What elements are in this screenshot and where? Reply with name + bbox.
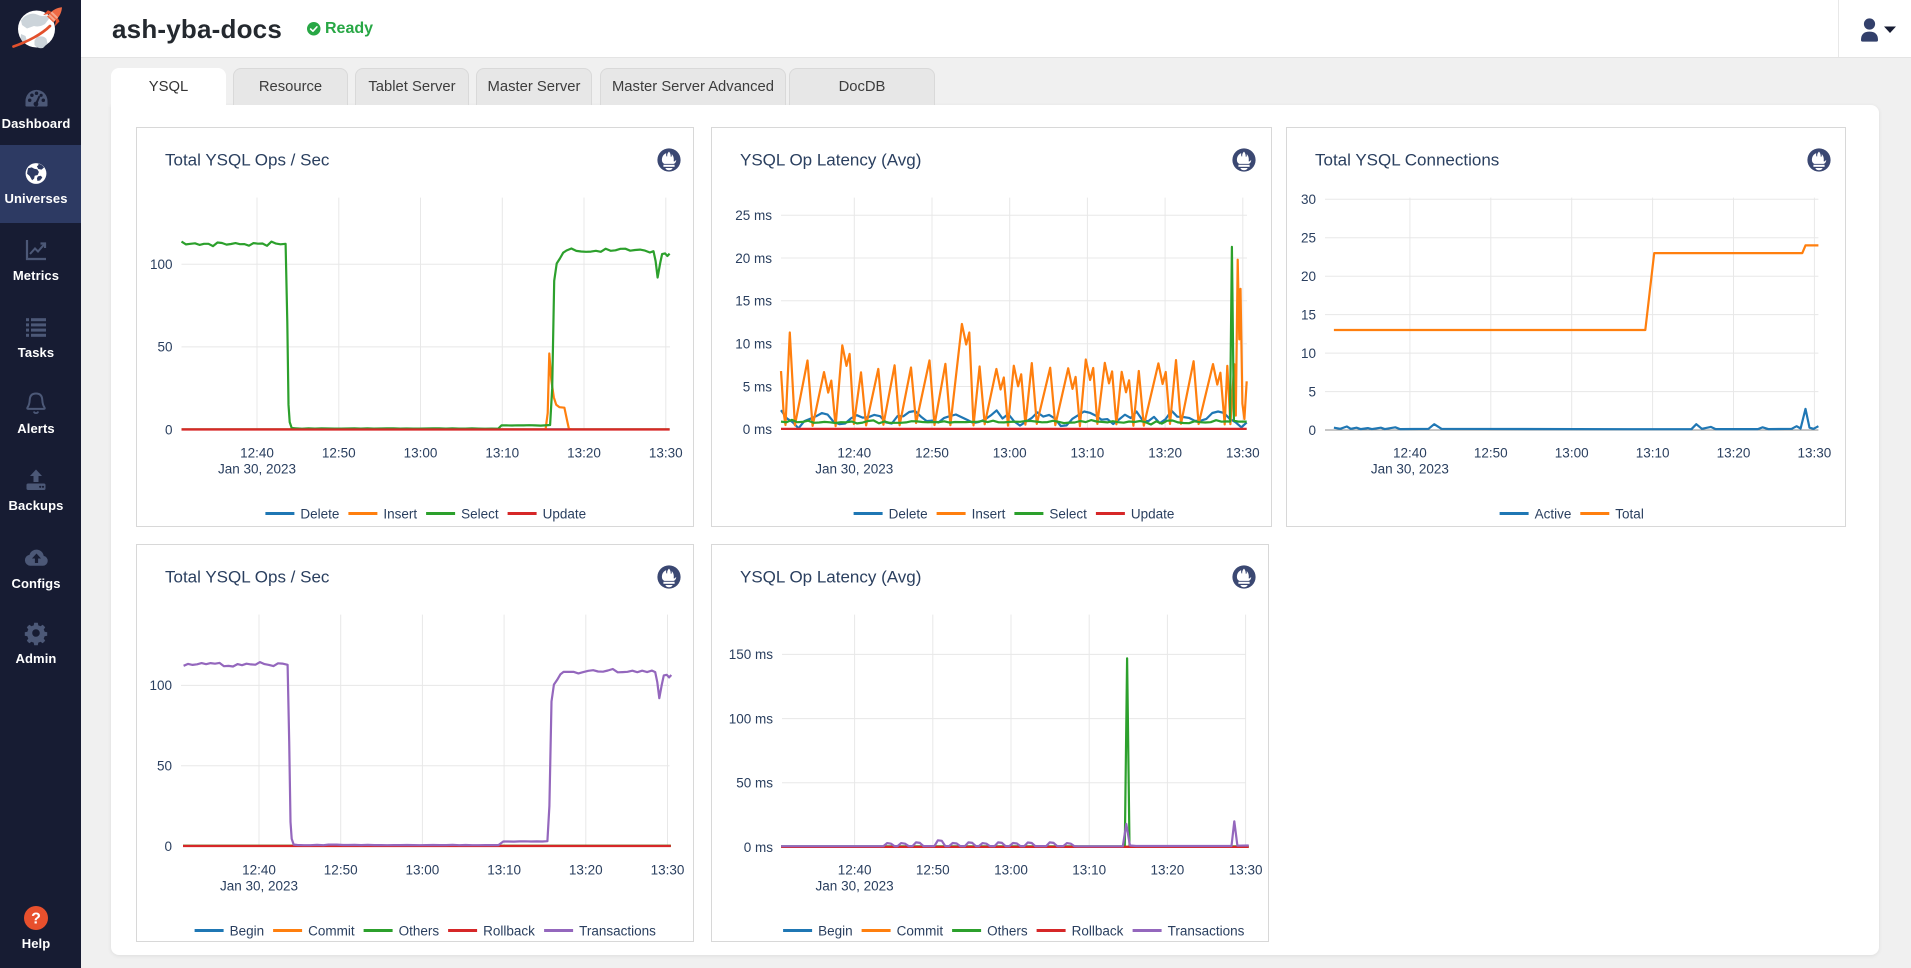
svg-text:13:20: 13:20 xyxy=(1148,446,1182,461)
svg-text:50: 50 xyxy=(157,759,172,774)
svg-text:12:40: 12:40 xyxy=(242,863,276,878)
svg-text:13:30: 13:30 xyxy=(1798,446,1832,461)
svg-text:13:00: 13:00 xyxy=(406,863,440,878)
svg-text:50 ms: 50 ms xyxy=(736,776,773,791)
svg-text:Commit: Commit xyxy=(308,923,355,938)
svg-text:25 ms: 25 ms xyxy=(735,208,772,223)
svg-text:20: 20 xyxy=(1301,269,1316,284)
svg-text:Total YSQL Ops / Sec: Total YSQL Ops / Sec xyxy=(165,151,330,170)
svg-text:Jan 30, 2023: Jan 30, 2023 xyxy=(815,462,893,477)
svg-text:13:10: 13:10 xyxy=(1636,446,1670,461)
svg-text:0 ms: 0 ms xyxy=(744,840,774,855)
svg-text:YSQL Op Latency (Avg): YSQL Op Latency (Avg) xyxy=(740,568,921,587)
svg-text:12:50: 12:50 xyxy=(1474,446,1508,461)
svg-text:13:20: 13:20 xyxy=(1151,863,1185,878)
svg-text:5 ms: 5 ms xyxy=(743,379,773,394)
svg-text:13:10: 13:10 xyxy=(1072,863,1106,878)
svg-text:Others: Others xyxy=(987,923,1028,938)
svg-text:15 ms: 15 ms xyxy=(735,294,772,309)
svg-text:13:00: 13:00 xyxy=(404,446,438,461)
svg-text:Update: Update xyxy=(1131,506,1175,521)
svg-text:0: 0 xyxy=(1308,423,1316,438)
svg-text:Select: Select xyxy=(461,506,499,521)
svg-text:10: 10 xyxy=(1301,346,1316,361)
svg-text:Active: Active xyxy=(1535,506,1572,521)
svg-text:13:20: 13:20 xyxy=(1717,446,1751,461)
svg-text:13:10: 13:10 xyxy=(1071,446,1105,461)
svg-text:Rollback: Rollback xyxy=(1072,923,1124,938)
svg-text:12:50: 12:50 xyxy=(916,863,950,878)
svg-text:Total YSQL Connections: Total YSQL Connections xyxy=(1315,151,1499,170)
svg-text:YSQL Op Latency (Avg): YSQL Op Latency (Avg) xyxy=(740,151,921,170)
svg-text:0 ms: 0 ms xyxy=(743,422,773,437)
svg-text:100: 100 xyxy=(149,678,172,693)
svg-text:0: 0 xyxy=(165,422,173,437)
svg-text:12:50: 12:50 xyxy=(322,446,356,461)
svg-text:Others: Others xyxy=(399,923,440,938)
svg-text:12:40: 12:40 xyxy=(240,446,274,461)
svg-text:13:10: 13:10 xyxy=(485,446,519,461)
svg-text:Rollback: Rollback xyxy=(483,923,535,938)
svg-text:50: 50 xyxy=(157,340,172,355)
svg-text:10 ms: 10 ms xyxy=(735,337,772,352)
svg-text:13:20: 13:20 xyxy=(569,863,603,878)
svg-text:12:50: 12:50 xyxy=(324,863,358,878)
svg-text:13:00: 13:00 xyxy=(994,863,1028,878)
svg-text:Total YSQL Ops / Sec: Total YSQL Ops / Sec xyxy=(165,568,330,587)
svg-text:150 ms: 150 ms xyxy=(729,647,774,662)
svg-text:Jan 30, 2023: Jan 30, 2023 xyxy=(218,462,296,477)
svg-text:15: 15 xyxy=(1301,307,1316,322)
svg-text:Transactions: Transactions xyxy=(1168,923,1245,938)
svg-text:100: 100 xyxy=(150,257,173,272)
svg-text:25: 25 xyxy=(1301,231,1316,246)
svg-text:20 ms: 20 ms xyxy=(735,251,772,266)
svg-text:13:30: 13:30 xyxy=(1229,863,1263,878)
svg-text:?: ? xyxy=(31,911,41,928)
svg-text:Transactions: Transactions xyxy=(579,923,656,938)
svg-text:Jan 30, 2023: Jan 30, 2023 xyxy=(816,879,894,894)
svg-text:30: 30 xyxy=(1301,192,1316,207)
svg-text:Commit: Commit xyxy=(897,923,944,938)
svg-text:13:30: 13:30 xyxy=(649,446,683,461)
svg-text:Begin: Begin xyxy=(818,923,853,938)
svg-text:Update: Update xyxy=(543,506,587,521)
svg-text:12:50: 12:50 xyxy=(915,446,949,461)
svg-text:100 ms: 100 ms xyxy=(729,711,774,726)
svg-text:Select: Select xyxy=(1049,506,1087,521)
svg-text:13:30: 13:30 xyxy=(1226,446,1260,461)
svg-text:Total: Total xyxy=(1615,506,1644,521)
svg-text:13:00: 13:00 xyxy=(993,446,1027,461)
svg-text:12:40: 12:40 xyxy=(1393,446,1427,461)
svg-text:13:10: 13:10 xyxy=(487,863,521,878)
svg-text:12:40: 12:40 xyxy=(837,446,871,461)
svg-text:Jan 30, 2023: Jan 30, 2023 xyxy=(220,879,298,894)
svg-text:13:20: 13:20 xyxy=(567,446,601,461)
svg-text:Begin: Begin xyxy=(230,923,265,938)
svg-text:12:40: 12:40 xyxy=(838,863,872,878)
svg-text:0: 0 xyxy=(164,839,172,854)
svg-text:Insert: Insert xyxy=(972,506,1006,521)
svg-text:Delete: Delete xyxy=(889,506,928,521)
svg-text:Insert: Insert xyxy=(383,506,417,521)
svg-text:5: 5 xyxy=(1308,384,1316,399)
svg-text:Delete: Delete xyxy=(300,506,339,521)
svg-text:Jan 30, 2023: Jan 30, 2023 xyxy=(1371,462,1449,477)
svg-text:13:30: 13:30 xyxy=(651,863,685,878)
svg-text:13:00: 13:00 xyxy=(1555,446,1589,461)
